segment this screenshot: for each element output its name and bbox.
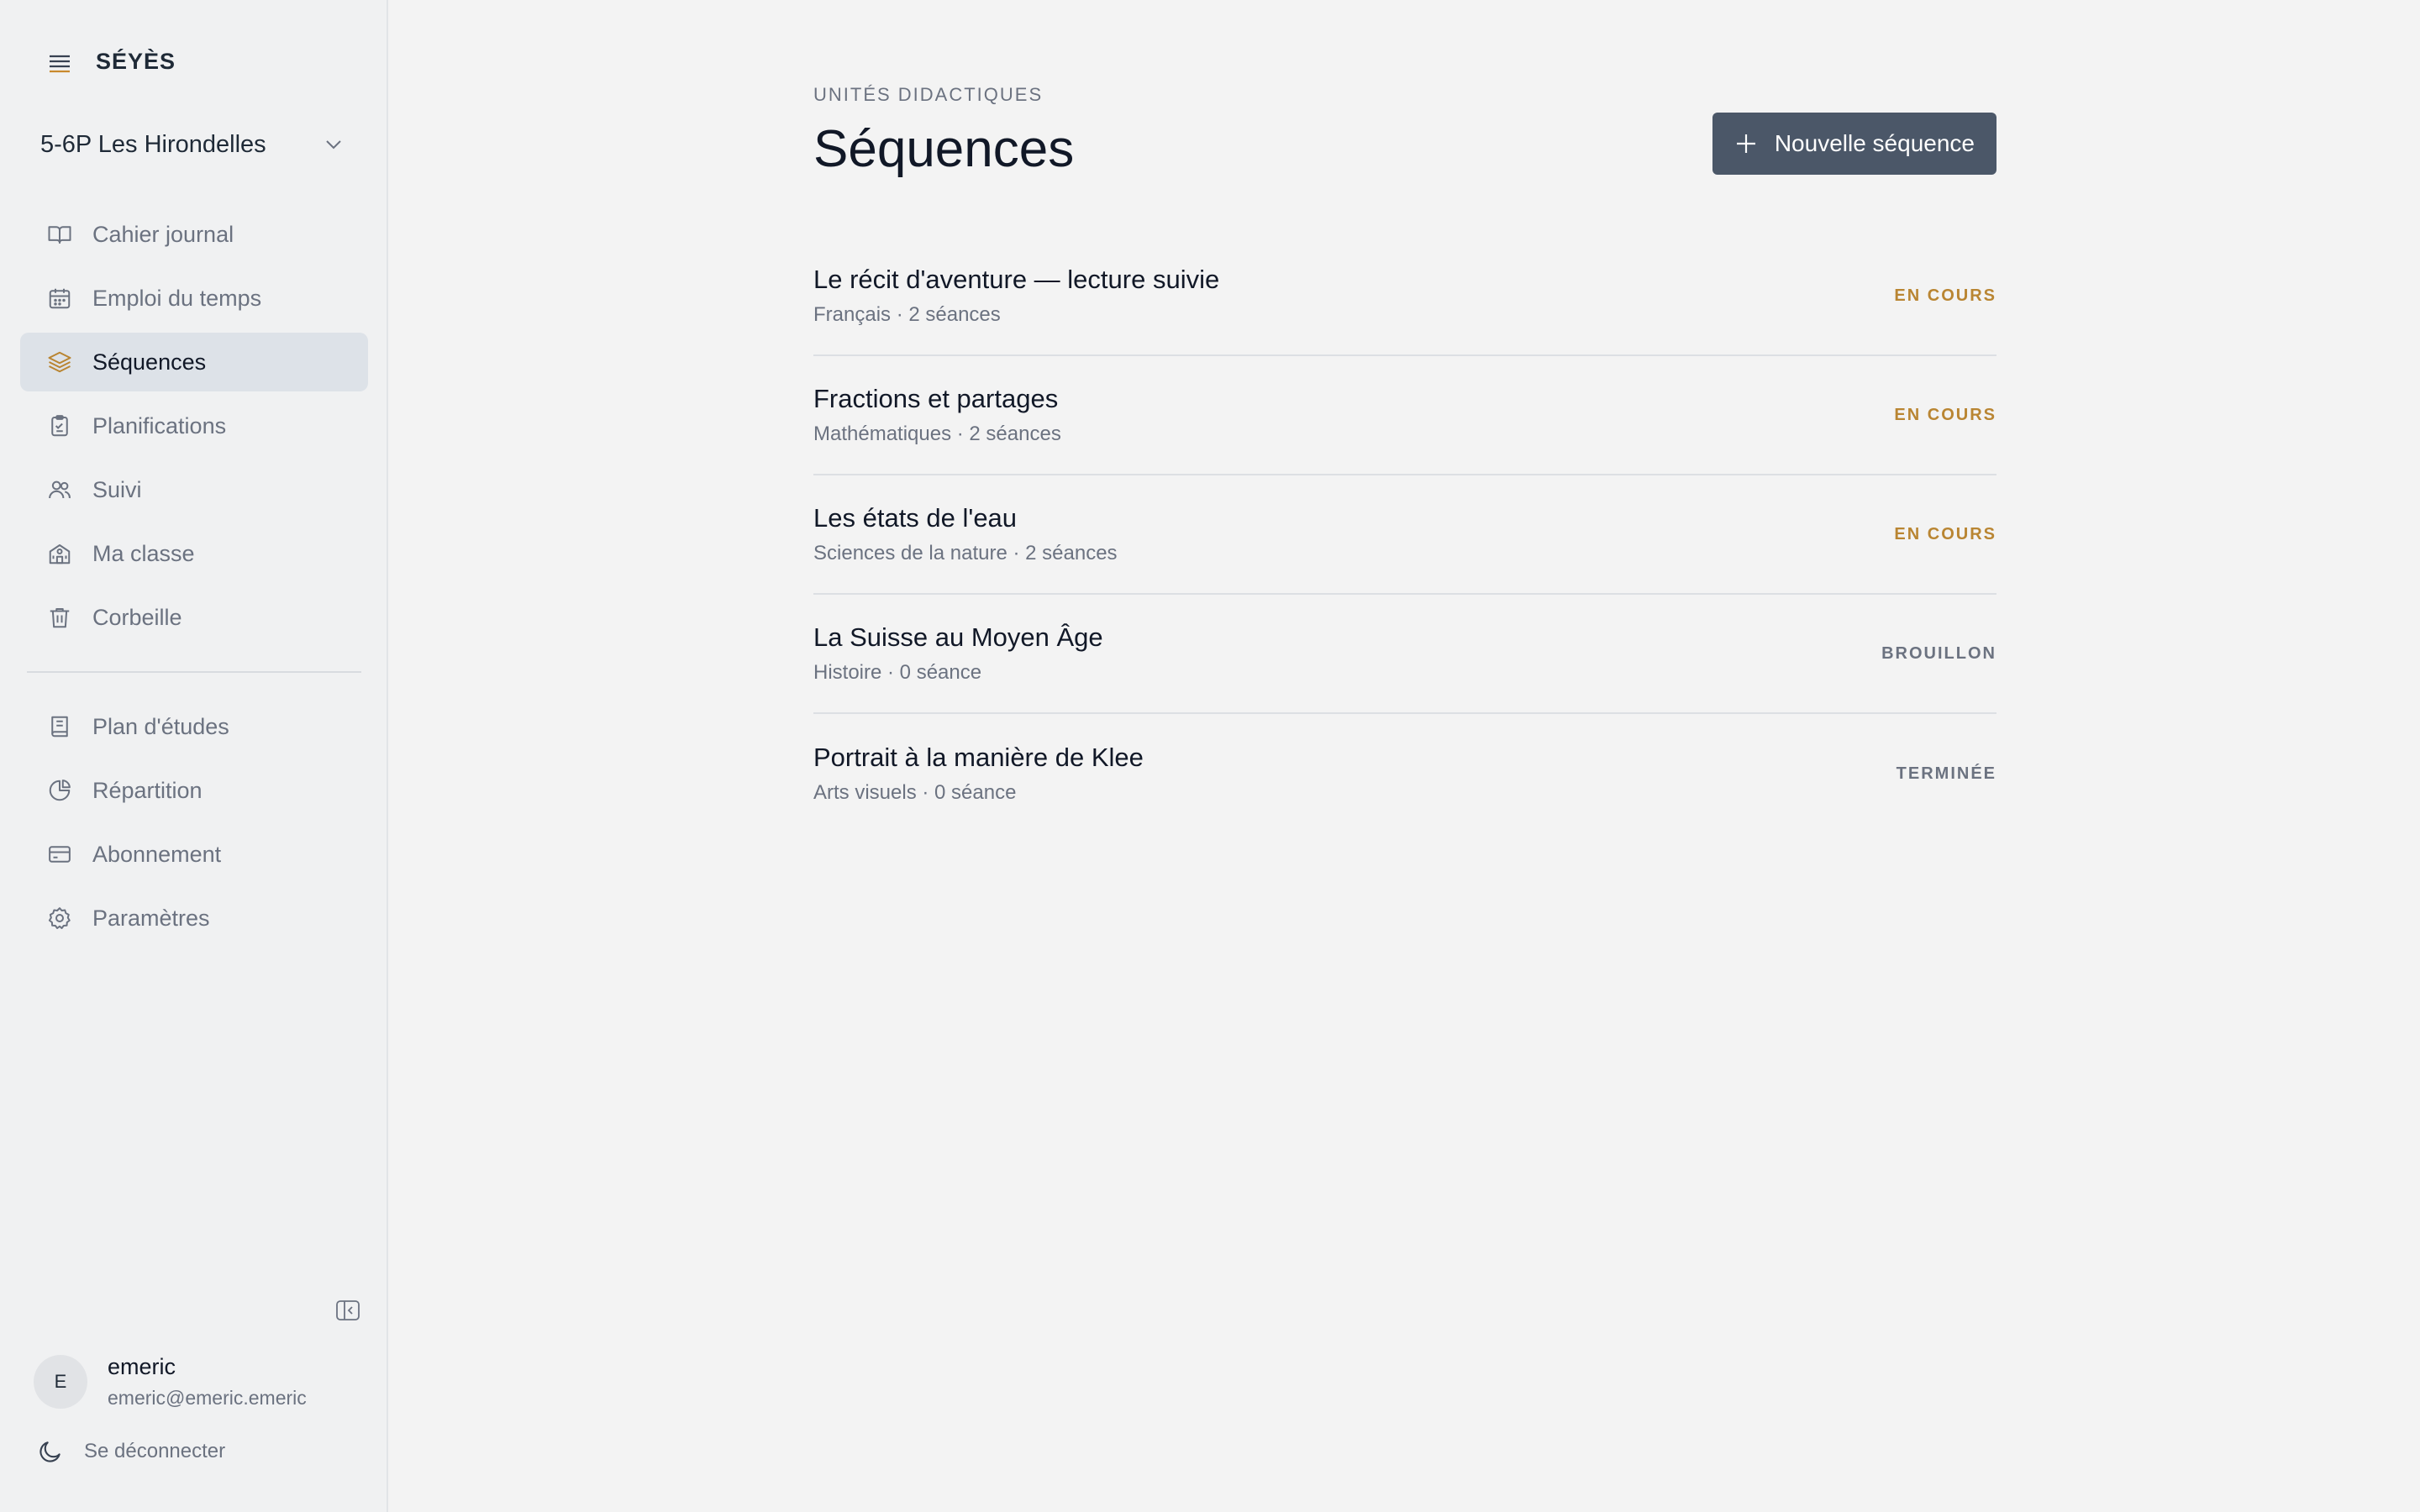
sidebar-item-abonnement[interactable]: Abonnement bbox=[20, 825, 368, 884]
sidebar-collapse-icon[interactable] bbox=[334, 1297, 361, 1324]
sequence-row[interactable]: Les états de l'eau Sciences de la nature… bbox=[813, 475, 1996, 595]
sequence-title: Fractions et partages bbox=[813, 384, 1059, 413]
sequence-info: La Suisse au Moyen Âge Histoire · 0 séan… bbox=[813, 621, 1103, 686]
sidebar-item-label: Ma classe bbox=[92, 540, 195, 566]
moon-icon bbox=[39, 1441, 60, 1462]
sidebar-item-sequences[interactable]: Séquences bbox=[20, 333, 368, 391]
book-open-icon bbox=[48, 226, 71, 244]
sidebar-item-plan-etudes[interactable]: Plan d'études bbox=[20, 697, 368, 756]
trash-icon bbox=[50, 608, 70, 628]
plus-icon bbox=[1736, 134, 1755, 153]
chevron-down-icon bbox=[326, 140, 341, 150]
sidebar-item-label: Planifications bbox=[92, 412, 227, 438]
sidebar-item-label: Corbeille bbox=[92, 604, 182, 630]
sequence-info: Le récit d'aventure — lecture suivie Fra… bbox=[813, 263, 1219, 328]
status-badge: EN COURS bbox=[1894, 524, 1996, 543]
layers-icon bbox=[48, 351, 71, 373]
sidebar-item-parametres[interactable]: Paramètres bbox=[20, 889, 368, 948]
status-badge: EN COURS bbox=[1894, 405, 1996, 424]
avatar: E bbox=[34, 1355, 87, 1409]
sequence-title: La Suisse au Moyen Âge bbox=[813, 622, 1103, 652]
sequence-info: Portrait à la manière de Klee Arts visue… bbox=[813, 741, 1144, 806]
sequence-row[interactable]: Le récit d'aventure — lecture suivie Fra… bbox=[813, 237, 1996, 356]
sequence-title: Portrait à la manière de Klee bbox=[813, 743, 1144, 772]
sidebar-item-label: Abonnement bbox=[92, 841, 222, 867]
brand: SÉYÈS bbox=[47, 49, 176, 75]
sidebar-item-label: Emploi du temps bbox=[92, 285, 262, 311]
sidebar-item-label: Répartition bbox=[92, 777, 203, 803]
nav-divider bbox=[27, 671, 361, 673]
sequence-row[interactable]: Portrait à la manière de Klee Arts visue… bbox=[813, 714, 1996, 833]
sequence-title: Le récit d'aventure — lecture suivie bbox=[813, 265, 1220, 294]
logout-label: Se déconnecter bbox=[84, 1440, 226, 1462]
sidebar-item-label: Cahier journal bbox=[92, 221, 234, 247]
sequence-info: Les états de l'eau Sciences de la nature… bbox=[813, 501, 1118, 567]
brand-name: SÉYÈS bbox=[96, 49, 176, 74]
pie-chart-icon bbox=[49, 780, 71, 801]
page-title: Séquences bbox=[813, 120, 1075, 178]
status-badge: TERMINÉE bbox=[1896, 764, 1996, 783]
sidebar-item-planifications[interactable]: Planifications bbox=[20, 396, 368, 455]
primary-nav: Cahier journal Emploi du temps Séquences bbox=[20, 205, 368, 652]
calendar-icon bbox=[49, 288, 71, 309]
page-eyebrow: UNITÉS DIDACTIQUES bbox=[813, 84, 1044, 105]
logout-button[interactable]: Se déconnecter bbox=[37, 1438, 225, 1465]
sequence-meta: Sciences de la nature · 2 séances bbox=[813, 542, 1118, 564]
class-selector-value: 5-6P Les Hirondelles bbox=[40, 130, 266, 158]
sidebar-item-suivi[interactable]: Suivi bbox=[20, 460, 368, 519]
sequence-list: Le récit d'aventure — lecture suivie Fra… bbox=[813, 237, 1996, 833]
sidebar-item-cahier-journal[interactable]: Cahier journal bbox=[20, 205, 368, 264]
sequence-meta: Mathématiques · 2 séances bbox=[813, 423, 1061, 445]
sequence-meta: Histoire · 0 séance bbox=[813, 661, 982, 684]
clipboard-icon bbox=[51, 415, 68, 437]
sequence-meta: Arts visuels · 0 séance bbox=[813, 781, 1017, 804]
user-info: emeric emeric@emeric.emeric bbox=[108, 1352, 307, 1411]
user-email: emeric@emeric.emeric bbox=[108, 1387, 307, 1409]
sequence-meta: Français · 2 séances bbox=[813, 303, 1001, 326]
class-selector[interactable]: 5-6P Les Hirondelles bbox=[40, 123, 348, 166]
gear-icon bbox=[48, 907, 71, 929]
sidebar-item-ma-classe[interactable]: Ma classe bbox=[20, 524, 368, 583]
status-badge: BROUILLON bbox=[1881, 643, 1996, 663]
credit-card-icon bbox=[49, 846, 71, 863]
user-name: emeric bbox=[108, 1354, 176, 1379]
sequence-info: Fractions et partages Mathématiques · 2 … bbox=[813, 382, 1061, 448]
sidebar-item-label: Plan d'études bbox=[92, 713, 229, 739]
book-icon bbox=[51, 716, 68, 738]
user-profile[interactable]: E emeric emeric@emeric.emeric bbox=[34, 1352, 307, 1411]
sidebar-item-label: Séquences bbox=[92, 349, 207, 375]
school-icon bbox=[49, 544, 71, 564]
sequence-row[interactable]: Fractions et partages Mathématiques · 2 … bbox=[813, 356, 1996, 475]
status-badge: EN COURS bbox=[1894, 286, 1996, 305]
users-icon bbox=[49, 480, 71, 499]
new-sequence-button[interactable]: Nouvelle séquence bbox=[1712, 113, 1996, 175]
sidebar-item-label: Paramètres bbox=[92, 905, 210, 931]
sidebar: SÉYÈS 5-6P Les Hirondelles Cahier journa… bbox=[0, 0, 388, 1512]
sidebar-item-label: Suivi bbox=[92, 476, 142, 502]
sequence-title: Les états de l'eau bbox=[813, 503, 1018, 533]
sidebar-item-repartition[interactable]: Répartition bbox=[20, 761, 368, 820]
sidebar-item-emploi-du-temps[interactable]: Emploi du temps bbox=[20, 269, 368, 328]
sidebar-item-corbeille[interactable]: Corbeille bbox=[20, 588, 368, 647]
new-sequence-label: Nouvelle séquence bbox=[1774, 130, 1975, 156]
secondary-nav: Plan d'études Répartition Abonnement Par… bbox=[20, 697, 368, 953]
menu-icon[interactable] bbox=[47, 50, 72, 75]
sequence-row[interactable]: La Suisse au Moyen Âge Histoire · 0 séan… bbox=[813, 595, 1996, 714]
